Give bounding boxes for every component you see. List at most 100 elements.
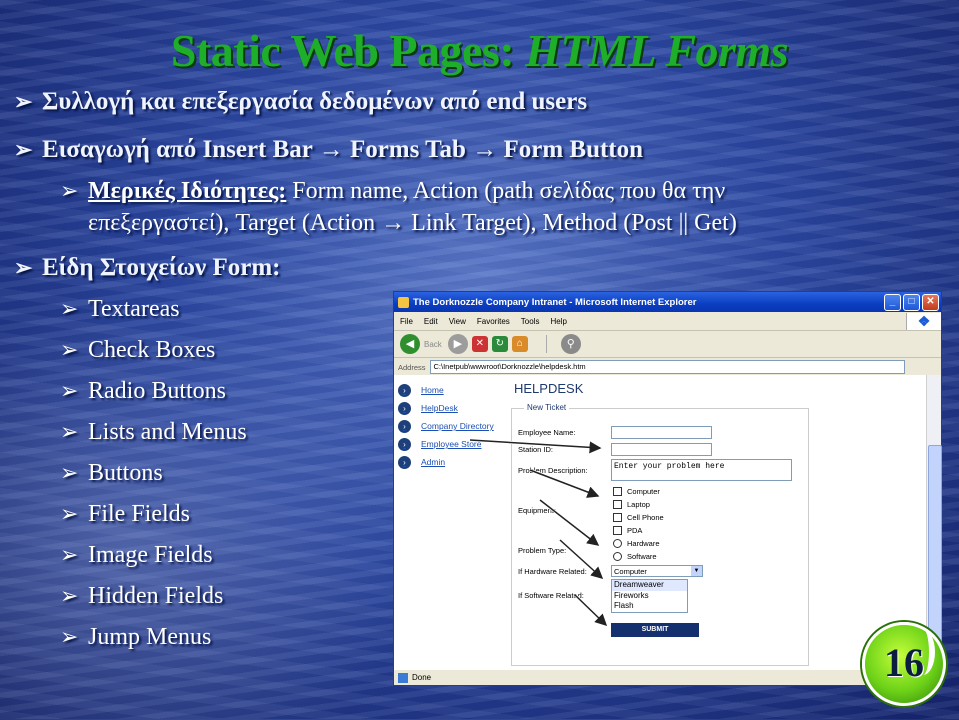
list-item: ➢ File Fields	[60, 501, 190, 528]
checkbox-label: Computer	[627, 487, 660, 496]
title-italic: HTML Forms	[525, 25, 789, 76]
nav-admin[interactable]: › Admin	[398, 453, 494, 471]
bullet-1: ➢ Συλλογή και επεξεργασία δεδομένων από e…	[14, 88, 587, 116]
menu-view[interactable]: View	[449, 317, 466, 326]
list-item-text: Textareas	[88, 296, 180, 322]
nav-home[interactable]: › Home	[398, 381, 494, 399]
software-list-item[interactable]: Dreamweaver	[612, 580, 687, 591]
address-label: Address	[398, 362, 426, 372]
checkbox-icon	[613, 500, 622, 509]
slide-title: Static Web Pages: HTML Forms	[0, 24, 959, 77]
new-ticket-fieldset: New Ticket Employee Name: Station ID: Pr…	[511, 403, 809, 666]
nav-bullet-icon: ›	[398, 383, 411, 397]
bullet-arrow-icon: ➢	[60, 501, 79, 526]
page-number-badge: 16	[862, 622, 946, 706]
back-label[interactable]: Back	[424, 340, 442, 349]
nav-bullet-icon: ›	[398, 401, 411, 415]
maximize-icon[interactable]: □	[903, 293, 920, 311]
bullet-3-arrow: →	[381, 210, 406, 236]
bullet-3-line-1: Form name, Action (path σελίδας που θα τ…	[292, 178, 726, 204]
back-icon[interactable]: ◀	[400, 334, 420, 354]
search-icon[interactable]: ⚲	[560, 334, 581, 354]
close-icon[interactable]: ✕	[922, 293, 939, 311]
list-item: ➢ Buttons	[60, 460, 163, 487]
nav-employee-store[interactable]: › Employee Store	[398, 435, 494, 453]
if-software-label: If Software Related:	[518, 591, 584, 600]
bullet-2-arrow-2: →	[472, 136, 498, 163]
bullet-3: ➢ Μερικές Ιδιότητες: Form name, Action (p…	[60, 178, 725, 205]
bullet-4-text: Είδη Στοιχείων Form:	[42, 254, 281, 281]
browser-toolbar: ◀ Back ▶ ✕ ↻ ⌂ ⚲	[394, 331, 941, 358]
radio-label: Software	[627, 552, 657, 561]
problem-description-textarea[interactable]: Enter your problem here	[611, 459, 792, 481]
bullet-arrow-icon: ➢	[60, 542, 79, 567]
problem-type-radio-hardware[interactable]: Hardware	[613, 539, 660, 548]
home-icon[interactable]: ⌂	[511, 336, 528, 352]
address-input[interactable]: C:\Inetpub\wwwroot\Dorknozzle\helpdesk.h…	[429, 360, 905, 374]
bullet-2-arrow-1: →	[318, 136, 344, 163]
list-item-text: Buttons	[88, 460, 163, 486]
nav-helpdesk[interactable]: › HelpDesk	[398, 399, 494, 417]
if-hardware-label: If Hardware Related:	[518, 567, 587, 576]
bullet-arrow-icon: ➢	[60, 178, 79, 203]
submit-button[interactable]: SUBMIT	[611, 623, 699, 637]
nav-company-directory-label: Company Directory	[421, 421, 494, 431]
bullet-2-part-b: Forms Tab	[349, 136, 466, 163]
menu-help[interactable]: Help	[550, 317, 566, 326]
bullet-2-part-c: Form Button	[503, 136, 644, 163]
software-list-item[interactable]: Flash	[612, 601, 687, 612]
refresh-icon[interactable]: ↻	[491, 336, 508, 352]
bullet-arrow-icon: ➢	[60, 460, 79, 485]
radio-icon	[613, 552, 622, 561]
bullet-arrow-icon: ➢	[60, 624, 79, 649]
checkbox-label: Laptop	[627, 500, 650, 509]
station-id-label: Station ID:	[518, 445, 554, 454]
menu-edit[interactable]: Edit	[424, 317, 438, 326]
employee-name-label: Employee Name:	[518, 428, 576, 437]
stop-icon[interactable]: ✕	[471, 336, 488, 352]
checkbox-label: PDA	[627, 526, 643, 535]
checkbox-icon	[613, 513, 622, 522]
equipment-checkbox-cell-phone[interactable]: Cell Phone	[613, 513, 664, 522]
equipment-checkbox-pda[interactable]: PDA	[613, 526, 642, 535]
list-item-text: Radio Buttons	[88, 378, 227, 404]
list-item-text: Lists and Menus	[88, 419, 247, 445]
nav-bullet-icon: ›	[398, 419, 411, 433]
problem-type-radio-software[interactable]: Software	[613, 552, 657, 561]
toolbar-separator	[545, 335, 547, 353]
chevron-down-icon: ▼	[691, 566, 702, 576]
problem-type-label: Problem Type:	[518, 546, 567, 555]
hardware-select[interactable]: Computer ▼	[611, 565, 703, 577]
scrollbar-thumb[interactable]	[928, 445, 942, 657]
nav-company-directory[interactable]: › Company Directory	[398, 417, 494, 435]
list-item: ➢ Image Fields	[60, 542, 213, 569]
bullet-4: ➢ Είδη Στοιχείων Form:	[14, 254, 280, 282]
list-item: ➢ Textareas	[60, 296, 180, 323]
nav-bullet-icon: ›	[398, 455, 411, 469]
software-list-item[interactable]: Fireworks	[612, 591, 687, 602]
vertical-scrollbar[interactable]	[926, 375, 942, 670]
bullet-arrow-icon: ➢	[14, 89, 33, 114]
nav-helpdesk-label: HelpDesk	[421, 403, 458, 413]
employee-name-input[interactable]	[611, 426, 712, 439]
equipment-checkbox-computer[interactable]: Computer	[613, 487, 660, 496]
menu-tools[interactable]: Tools	[521, 317, 540, 326]
page-content: › Home › HelpDesk › Company Directory › Empl…	[394, 375, 926, 670]
menu-file[interactable]: File	[400, 317, 413, 326]
equipment-checkbox-laptop[interactable]: Laptop	[613, 500, 650, 509]
station-id-input[interactable]	[611, 443, 712, 456]
list-item-text: File Fields	[88, 501, 191, 527]
forward-icon[interactable]: ▶	[447, 334, 468, 354]
list-item-text: Jump Menus	[88, 624, 212, 650]
address-value: C:\Inetpub\wwwroot\Dorknozzle\helpdesk.h…	[433, 362, 586, 371]
software-list[interactable]: Dreamweaver Fireworks Flash	[611, 579, 688, 613]
bullet-3-label: Μερικές Ιδιότητες:	[88, 178, 287, 204]
nav-employee-store-label: Employee Store	[421, 439, 482, 449]
radio-label: Hardware	[627, 539, 660, 548]
list-item-text: Hidden Fields	[88, 583, 224, 609]
bullet-arrow-icon: ➢	[60, 419, 79, 444]
menu-favorites[interactable]: Favorites	[477, 317, 510, 326]
page-number: 16	[884, 640, 924, 685]
minimize-icon[interactable]: _	[884, 293, 901, 311]
checkbox-icon	[613, 526, 622, 535]
